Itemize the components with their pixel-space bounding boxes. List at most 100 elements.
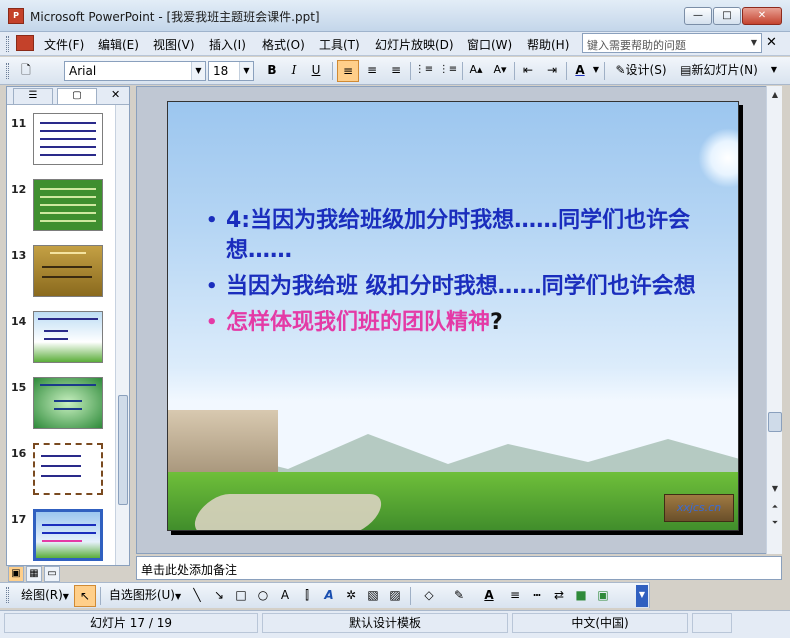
arrow-tool-icon[interactable]: ↘ xyxy=(208,585,230,607)
maximize-button[interactable]: □ xyxy=(713,7,741,25)
menu-insert[interactable]: 插入(I) xyxy=(209,36,246,53)
thumbnail-item[interactable]: 11 xyxy=(7,113,115,175)
minimize-button[interactable]: — xyxy=(684,7,712,25)
bullet-item[interactable]: • 当因为我给班 级扣分时我想……同学们也许会想 xyxy=(202,272,722,302)
fill-color-icon[interactable]: ◇ xyxy=(414,585,444,607)
new-file-icon[interactable]: 🗋 xyxy=(14,60,38,82)
menu-window[interactable]: 窗口(W) xyxy=(467,36,512,53)
slide-thumbnail[interactable] xyxy=(33,509,103,561)
design-button[interactable]: ✎设计(S) xyxy=(610,60,672,82)
notes-pane[interactable]: 单击此处添加备注 xyxy=(136,556,782,580)
slide-scrollbar[interactable]: ▲ ▼ ⏶ ⏷ xyxy=(766,86,782,554)
slide-sorter-button[interactable]: ▦ xyxy=(26,566,42,582)
textbox-tool-icon[interactable]: A xyxy=(274,585,296,607)
toolbar-options-icon[interactable]: ▼ xyxy=(636,585,648,607)
next-slide-icon[interactable]: ⏷ xyxy=(768,516,782,530)
scroll-up-icon[interactable]: ▲ xyxy=(768,88,782,102)
menu-format[interactable]: 格式(O) xyxy=(262,36,305,53)
slide-thumbnail[interactable] xyxy=(33,311,103,363)
font-name-select[interactable]: Arial ▼ xyxy=(64,61,206,81)
grow-font-button[interactable]: A▴ xyxy=(465,60,487,82)
line-tool-icon[interactable]: ╲ xyxy=(186,585,208,607)
thumbnail-item-selected[interactable]: 17 xyxy=(7,509,115,565)
help-search-input[interactable]: 键入需要帮助的问题 ▼ xyxy=(582,33,762,53)
menu-tools[interactable]: 工具(T) xyxy=(319,36,360,53)
thumbnail-scrollbar[interactable] xyxy=(115,105,129,565)
line-color-icon[interactable]: ✎ xyxy=(444,585,474,607)
slide-thumbnail[interactable] xyxy=(33,443,103,495)
menu-help[interactable]: 帮助(H) xyxy=(527,36,569,53)
bold-button[interactable]: B xyxy=(262,60,282,82)
close-button[interactable]: ✕ xyxy=(742,7,782,25)
powerpoint-app-icon[interactable]: P xyxy=(8,8,24,24)
thumbnail-item[interactable]: 13 xyxy=(7,245,115,307)
font-color-dropdown-icon[interactable]: ▼ xyxy=(592,60,600,82)
draw-font-color-icon[interactable]: A xyxy=(474,585,504,607)
thumbnail-item[interactable]: 15 xyxy=(7,377,115,439)
wordart-icon[interactable]: A xyxy=(318,585,340,607)
thumbnail-scroll-thumb[interactable] xyxy=(118,395,128,505)
slide-thumbnail[interactable] xyxy=(33,113,103,165)
insert-picture-icon[interactable]: ▨ xyxy=(384,585,406,607)
dash-style-icon[interactable]: ┅ xyxy=(526,585,548,607)
3d-style-icon[interactable]: ▣ xyxy=(592,585,614,607)
new-slide-button[interactable]: ▤新幻灯片(N) xyxy=(676,60,762,82)
font-color-button[interactable]: A xyxy=(569,60,591,82)
slide-scroll-thumb[interactable] xyxy=(768,412,782,432)
indent-button[interactable]: ⇥ xyxy=(541,60,563,82)
menu-view[interactable]: 视图(V) xyxy=(153,36,195,53)
align-left-button[interactable]: ≡ xyxy=(337,60,359,82)
slideshow-button[interactable]: ▭ xyxy=(44,566,60,582)
previous-slide-icon[interactable]: ⏶ xyxy=(768,500,782,514)
align-center-button[interactable]: ≡ xyxy=(361,60,383,82)
line-style-icon[interactable]: ≡ xyxy=(504,585,526,607)
select-pointer-icon[interactable]: ↖ xyxy=(74,585,96,607)
font-size-dropdown-icon[interactable]: ▼ xyxy=(239,62,253,80)
toolbar-options-icon[interactable]: ▼ xyxy=(766,60,782,82)
vertical-textbox-icon[interactable]: ⫿ xyxy=(296,585,318,607)
numbering-button[interactable]: ⋮≡ xyxy=(413,60,435,82)
bullets-button[interactable]: ⋮≡ xyxy=(437,60,459,82)
toolbar-grip[interactable] xyxy=(6,587,9,603)
toolbar-separator xyxy=(410,587,411,605)
outdent-button[interactable]: ⇤ xyxy=(517,60,539,82)
normal-view-button[interactable]: ▣ xyxy=(8,566,24,582)
bullet-text: 当因为我给班 级扣分时我想……同学们也许会想 xyxy=(226,274,696,299)
shrink-font-button[interactable]: A▾ xyxy=(489,60,511,82)
slide-thumbnail[interactable] xyxy=(33,377,103,429)
thumbnail-item[interactable]: 12 xyxy=(7,179,115,241)
font-dropdown-icon[interactable]: ▼ xyxy=(191,62,205,80)
document-close-button[interactable]: ✕ xyxy=(766,35,777,50)
menu-edit[interactable]: 编辑(E) xyxy=(98,36,139,53)
menu-grip[interactable] xyxy=(6,36,9,52)
align-right-button[interactable]: ≡ xyxy=(385,60,407,82)
bullet-item[interactable]: • 4:当因为我给班级加分时我想……同学们也许会想…… xyxy=(202,206,722,266)
arrow-style-icon[interactable]: ⇄ xyxy=(548,585,570,607)
scroll-down-icon[interactable]: ▼ xyxy=(768,482,782,496)
slide-thumbnail[interactable] xyxy=(33,245,103,297)
help-dropdown-icon[interactable]: ▼ xyxy=(747,34,761,52)
menu-file[interactable]: 文件(F) xyxy=(44,36,84,53)
font-size-select[interactable]: 18 ▼ xyxy=(208,61,254,81)
slide-thumbnail[interactable] xyxy=(33,179,103,231)
autoshapes-button[interactable]: 自选图形(U)▼ xyxy=(104,585,186,607)
italic-button[interactable]: I xyxy=(284,60,304,82)
shadow-style-icon[interactable]: ■ xyxy=(570,585,592,607)
tab-slides[interactable]: ▢ xyxy=(57,88,97,104)
underline-button[interactable]: U xyxy=(306,60,326,82)
document-icon[interactable] xyxy=(16,35,34,51)
bullet-item[interactable]: • 怎样体现我们班的团队精神? xyxy=(202,308,722,338)
thumbnail-item[interactable]: 16 xyxy=(7,443,115,505)
slide-body-text[interactable]: • 4:当因为我给班级加分时我想……同学们也许会想…… • 当因为我给班 级扣分… xyxy=(202,206,722,344)
toolbar-grip[interactable] xyxy=(6,63,9,79)
current-slide[interactable]: • 4:当因为我给班级加分时我想……同学们也许会想…… • 当因为我给班 级扣分… xyxy=(167,101,739,531)
thumbnail-item[interactable]: 14 xyxy=(7,311,115,373)
diagram-icon[interactable]: ✲ xyxy=(340,585,362,607)
draw-menu-button[interactable]: 绘图(R)▼ xyxy=(16,585,74,607)
tab-outline[interactable]: ☰ xyxy=(13,88,53,104)
oval-tool-icon[interactable]: ○ xyxy=(252,585,274,607)
menu-slideshow[interactable]: 幻灯片放映(D) xyxy=(375,36,454,53)
clipart-icon[interactable]: ▧ xyxy=(362,585,384,607)
rectangle-tool-icon[interactable]: □ xyxy=(230,585,252,607)
pane-close-icon[interactable]: ✕ xyxy=(111,88,120,101)
